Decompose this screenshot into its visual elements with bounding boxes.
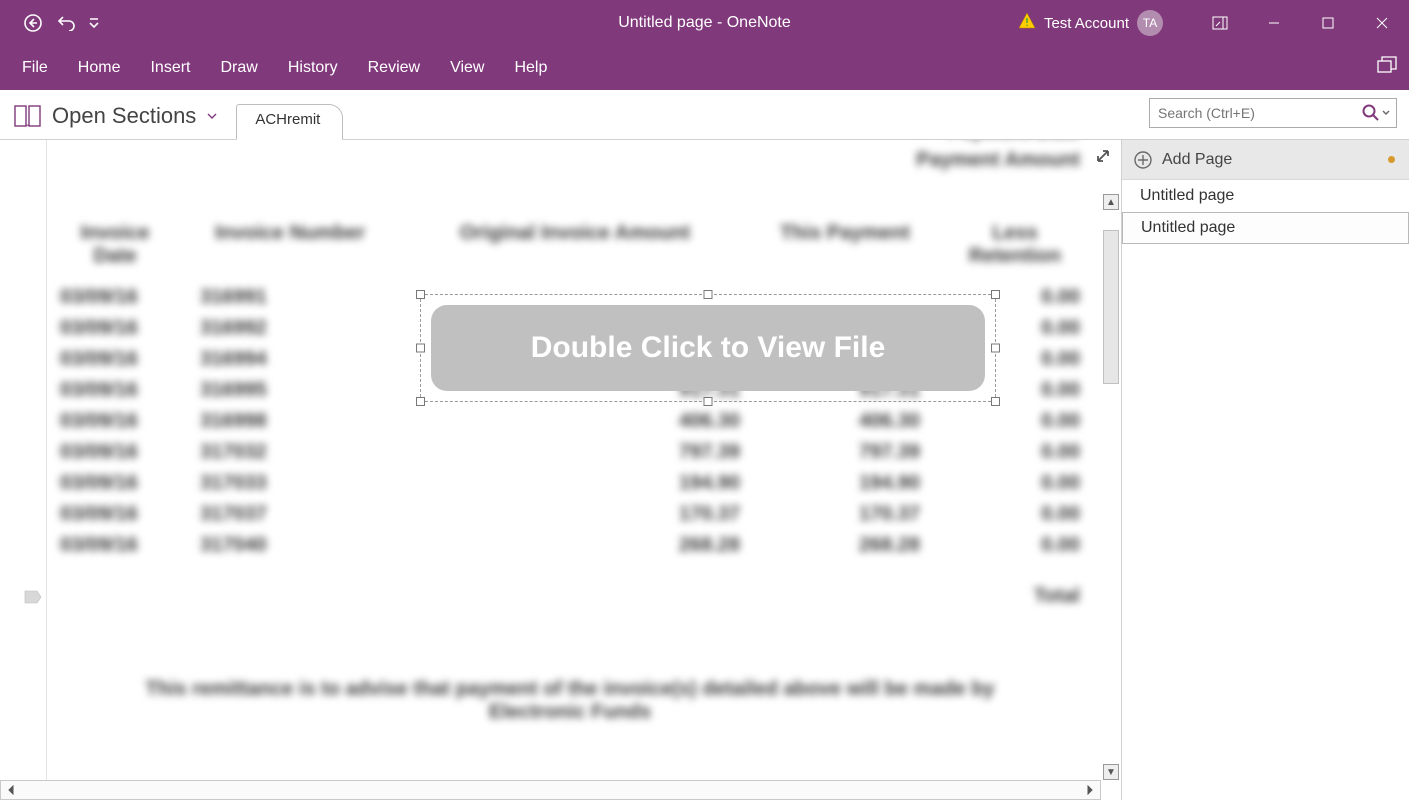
search-box[interactable] [1149,98,1397,128]
search-input[interactable] [1158,105,1362,121]
page-list-item[interactable]: Untitled page [1122,180,1409,212]
embedded-file-label: Double Click to View File [431,305,985,391]
table-row: 03/09/16317040268.28268.280.00 [60,534,1080,557]
ribbon-display-button[interactable] [1197,0,1243,46]
account-name[interactable]: Test Account [1044,15,1129,32]
scroll-left-icon[interactable] [3,782,19,798]
resize-handle[interactable] [704,397,713,406]
qat-customize-button[interactable] [86,8,102,38]
full-page-view-icon[interactable] [1095,148,1117,175]
resize-handle[interactable] [416,290,425,299]
resize-handle[interactable] [704,290,713,299]
scroll-up-icon[interactable]: ▲ [1103,194,1119,210]
note-container-handle[interactable] [24,590,42,609]
scroll-down-icon[interactable]: ▼ [1103,764,1119,780]
table-row: 03/09/16317037170.37170.370.00 [60,503,1080,526]
sections-bar: Open Sections ACHremit [0,90,1409,140]
resize-handle[interactable] [416,344,425,353]
window-title: Untitled page - OneNote [618,14,791,32]
search-icon[interactable] [1362,104,1390,122]
page-margin [46,140,47,780]
menu-home[interactable]: Home [78,59,121,77]
section-tab-achremit[interactable]: ACHremit [236,104,343,140]
resize-handle[interactable] [991,290,1000,299]
resize-handle[interactable] [991,397,1000,406]
blurred-document-content: Payment Date Payment Amount Invoice Date… [60,140,1080,724]
page-list-item[interactable]: Untitled page [1122,212,1409,244]
add-page-label: Add Page [1162,151,1232,169]
menu-review[interactable]: Review [368,59,420,77]
undo-button[interactable] [52,8,82,38]
embedded-file-object[interactable]: Double Click to View File [420,294,996,402]
resize-handle[interactable] [416,397,425,406]
warning-icon[interactable] [1018,12,1036,35]
notebook-dropdown[interactable]: Open Sections [14,103,218,139]
menu-help[interactable]: Help [514,59,547,77]
table-row: 03/09/16317033194.90194.900.00 [60,472,1080,495]
menu-history[interactable]: History [288,59,338,77]
title-bar: Untitled page - OneNote Test Account TA [0,0,1409,46]
menu-insert[interactable]: Insert [150,59,190,77]
scroll-thumb[interactable] [1103,230,1119,384]
resize-handle[interactable] [991,344,1000,353]
vertical-scrollbar[interactable]: ▲ ▼ [1101,194,1121,780]
ribbon-tabs: File Home Insert Draw History Review Vie… [0,46,1409,90]
avatar[interactable]: TA [1137,10,1163,36]
minimize-button[interactable] [1251,0,1297,46]
unsynced-indicator-icon [1388,156,1395,163]
maximize-button[interactable] [1305,0,1351,46]
menu-file[interactable]: File [22,59,48,77]
page-list-panel: Add Page Untitled page Untitled page [1121,140,1409,800]
menu-view[interactable]: View [450,59,484,77]
back-button[interactable] [18,8,48,38]
add-page-button[interactable]: Add Page [1122,140,1409,180]
menu-draw[interactable]: Draw [220,59,257,77]
horizontal-scrollbar[interactable] [0,780,1101,800]
close-button[interactable] [1359,0,1405,46]
page-canvas[interactable]: Payment Date Payment Amount Invoice Date… [0,140,1121,800]
notebook-label: Open Sections [52,103,196,129]
table-row: 03/09/16316998406.30406.300.00 [60,410,1080,433]
scroll-right-icon[interactable] [1082,782,1098,798]
table-row: 03/09/16317032797.39797.390.00 [60,441,1080,464]
window-cascade-icon[interactable] [1377,56,1397,79]
